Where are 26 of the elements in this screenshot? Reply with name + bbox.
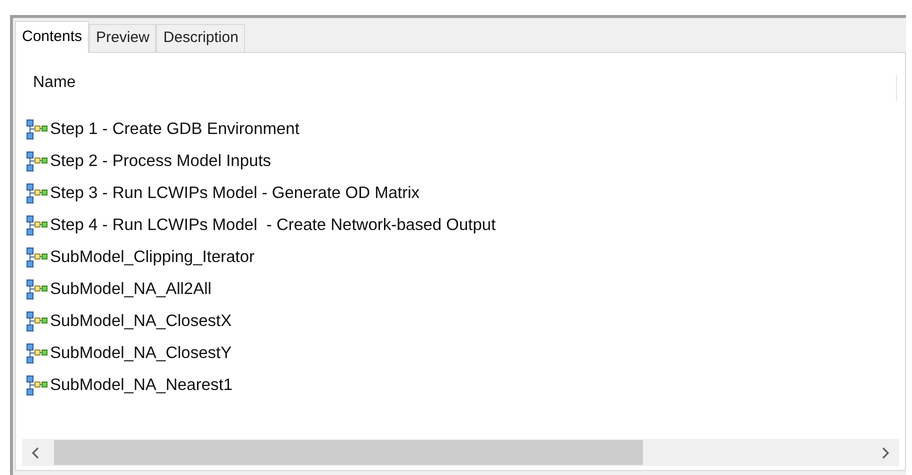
model-name[interactable]: SubModel_NA_ClosestX <box>50 308 232 334</box>
model-name[interactable]: SubModel_Clipping_Iterator <box>50 244 255 270</box>
model-icon <box>26 182 48 204</box>
column-header[interactable]: Name <box>33 71 76 95</box>
model-name[interactable]: SubModel_NA_All2All <box>50 276 212 302</box>
scrollbar-thumb[interactable] <box>54 440 643 465</box>
tab[interactable]: Preview <box>89 24 156 52</box>
scroll-right-icon[interactable] <box>881 446 889 458</box>
model-icon <box>26 118 48 140</box>
model-name[interactable]: SubModel_NA_Nearest1 <box>50 372 233 398</box>
model-name[interactable]: Step 2 - Process Model Inputs <box>50 148 272 174</box>
model-icon <box>26 246 48 268</box>
model-icon <box>26 374 48 396</box>
tab[interactable]: Description <box>156 24 246 52</box>
model-icon <box>26 278 48 300</box>
model-icon <box>26 310 48 332</box>
model-name[interactable]: Step 1 - Create GDB Environment <box>50 116 300 142</box>
model-icon <box>26 150 48 172</box>
tab[interactable]: Contents <box>15 21 90 53</box>
model-icon <box>26 342 48 364</box>
model-name[interactable]: Step 3 - Run LCWIPs Model - Generate OD Matrix <box>50 180 420 206</box>
horizontal-scrollbar[interactable] <box>22 439 899 466</box>
scroll-left-icon[interactable] <box>32 446 40 458</box>
model-name[interactable]: Step 4 - Run LCWIPs Model - Create Network-based Output <box>50 212 496 238</box>
model-name[interactable]: SubModel_NA_ClosestY <box>50 340 232 366</box>
model-icon <box>26 214 48 236</box>
